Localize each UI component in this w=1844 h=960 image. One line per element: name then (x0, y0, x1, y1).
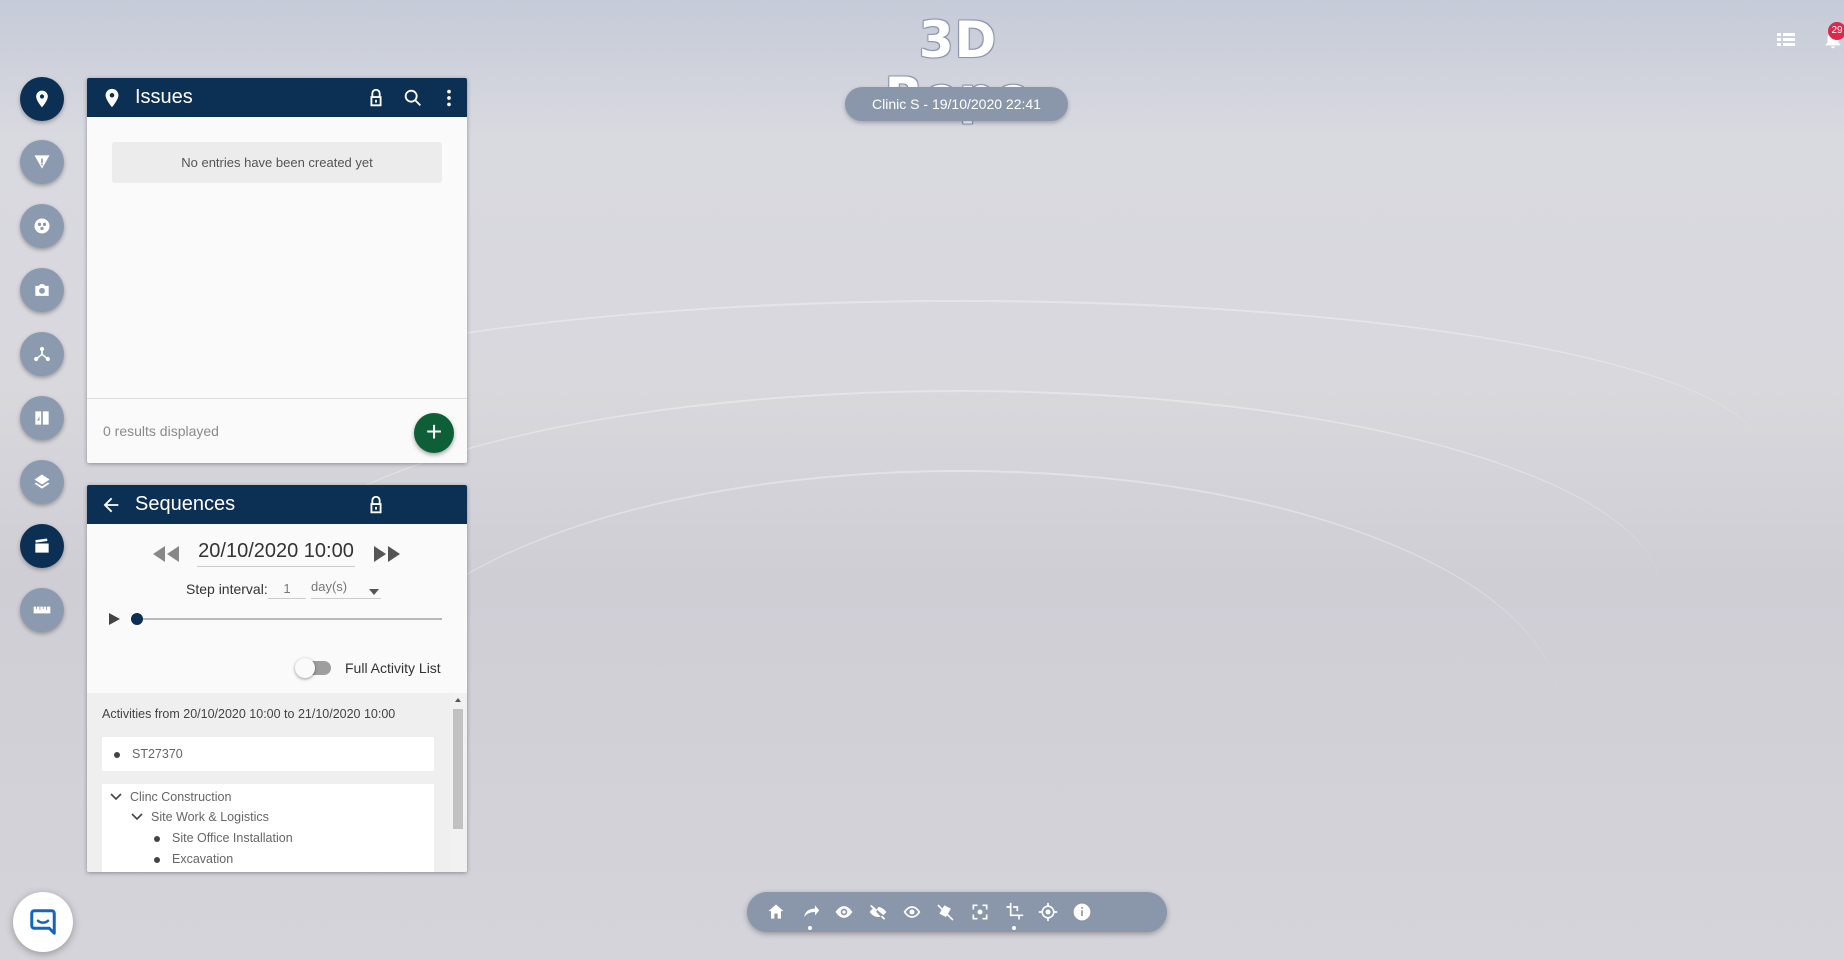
sequences-panel-header: Sequences (87, 485, 467, 524)
nav-sequences-button[interactable] (20, 524, 64, 568)
sequences-panel-title: Sequences (135, 493, 236, 515)
full-activity-toggle-thumb[interactable] (295, 658, 315, 678)
clapperboard-icon (35, 538, 49, 553)
tree-item-label: Clinc Construction (130, 790, 232, 804)
back-arrow-icon[interactable] (100, 494, 122, 516)
clip-icon[interactable] (935, 901, 957, 923)
activities-list: Activities from 20/10/2020 10:00 to 21/1… (87, 693, 467, 872)
tree-item-leaf[interactable]: Excavation (154, 852, 233, 866)
ruler-icon (33, 606, 51, 614)
issues-panel-title: Issues (135, 86, 193, 108)
empty-state-message: No entries have been created yet (112, 142, 442, 183)
target-icon[interactable] (1037, 901, 1059, 923)
step-interval-input[interactable]: 1 (268, 581, 306, 599)
chat-support-button[interactable] (13, 892, 73, 952)
notifications-badge: 29 (1828, 22, 1844, 40)
sequence-date[interactable]: 20/10/2020 10:00 (197, 540, 355, 567)
compare-icon (35, 411, 49, 425)
full-activity-label: Full Activity List (345, 660, 441, 676)
tree-item-root[interactable]: Clinc Construction (110, 790, 231, 804)
nav-tree-button[interactable] (20, 332, 64, 376)
activity-card: ST27370 (102, 737, 434, 771)
nav-compare-button[interactable] (20, 396, 64, 440)
panel-footer-divider (87, 398, 467, 399)
chevron-down-icon (369, 583, 379, 598)
warning-icon (34, 155, 50, 169)
chevron-down-icon (131, 810, 143, 824)
nav-risks-button[interactable] (20, 140, 64, 184)
home-icon[interactable] (765, 901, 787, 923)
scroll-up-icon[interactable] (450, 695, 466, 705)
rewind-icon[interactable] (151, 544, 181, 564)
step-unit-select[interactable]: day(s) (311, 579, 381, 599)
search-icon[interactable] (402, 87, 424, 109)
activity-tree-card: Clinc Construction Site Work & Logistics… (102, 784, 434, 872)
map-pin-icon (36, 90, 48, 108)
lock-icon[interactable] (365, 87, 387, 109)
info-icon[interactable] (1071, 901, 1093, 923)
results-count: 0 results displayed (103, 423, 219, 439)
bullet-icon (154, 835, 160, 842)
step-interval-label: Step interval: (186, 581, 268, 597)
map-pin-icon (101, 87, 123, 109)
tree-item-label: Site Office Installation (172, 831, 293, 845)
issues-panel-header: Issues (87, 78, 467, 117)
isolate-icon[interactable] (901, 901, 923, 923)
navigation-mode-icon[interactable] (799, 901, 821, 923)
nav-views-button[interactable] (20, 268, 64, 312)
timeline-slider-track[interactable] (137, 618, 442, 620)
tree-icon (34, 346, 50, 362)
activities-scrollbar[interactable] (450, 693, 466, 872)
sequences-panel: Sequences 20/10/2020 10:00 Step interval… (87, 485, 467, 872)
camera-icon (35, 284, 49, 296)
model-revision-pill[interactable]: Clinic S - 19/10/2020 22:41 (845, 87, 1068, 121)
activity-label: ST27370 (132, 747, 183, 761)
focus-icon[interactable] (969, 901, 991, 923)
active-indicator (808, 926, 812, 930)
list-menu-icon[interactable] (1774, 28, 1800, 54)
show-all-icon[interactable] (833, 901, 855, 923)
nav-gis-button[interactable] (20, 460, 64, 504)
chevron-down-icon (110, 790, 122, 804)
app-logo: 3D Repo (885, 11, 1031, 124)
groups-icon (34, 218, 50, 234)
fast-forward-icon[interactable] (372, 544, 402, 564)
tree-item-label: Site Work & Logistics (151, 810, 269, 824)
play-icon[interactable] (107, 612, 121, 626)
tree-item-child[interactable]: Site Work & Logistics (131, 810, 269, 824)
issues-panel: Issues No entries have been created yet … (87, 78, 467, 463)
layers-icon (34, 474, 50, 489)
timeline-slider-thumb[interactable] (131, 613, 143, 625)
add-issue-button[interactable]: + (414, 413, 454, 453)
list-item[interactable]: ST27370 (114, 747, 183, 761)
nav-measure-button[interactable] (20, 588, 64, 632)
step-unit-value: day(s) (311, 579, 348, 594)
bullet-icon (114, 751, 120, 758)
nav-groups-button[interactable] (20, 204, 64, 248)
tree-item-label: Excavation (172, 852, 234, 866)
hide-icon[interactable] (867, 901, 889, 923)
active-indicator (1012, 926, 1016, 930)
tree-item-leaf[interactable]: Site Office Installation (154, 831, 293, 845)
chat-bubble-icon (30, 909, 56, 935)
crop-icon[interactable] (1003, 901, 1025, 923)
lock-icon[interactable] (365, 494, 387, 516)
scrollbar-thumb[interactable] (453, 709, 463, 829)
viewer-toolbar (747, 892, 1167, 932)
activities-header: Activities from 20/10/2020 10:00 to 21/1… (102, 707, 396, 721)
nav-issues-button[interactable] (20, 77, 64, 121)
bullet-icon (154, 856, 160, 863)
more-options-icon[interactable] (438, 87, 460, 109)
